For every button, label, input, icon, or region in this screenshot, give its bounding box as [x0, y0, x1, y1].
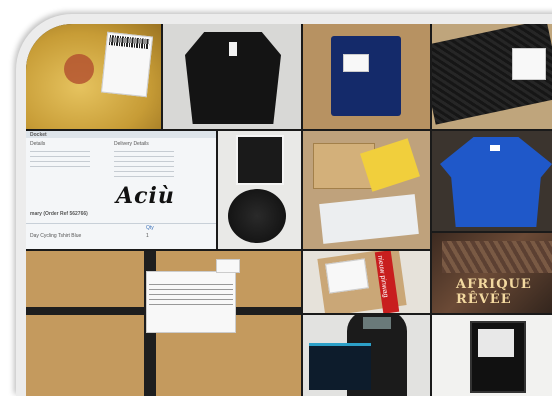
collage-frame: Docket Details Delivery Details Aciù mar…: [16, 14, 552, 396]
blue-bag: [309, 343, 371, 390]
photo-boxes-with-label: [303, 131, 430, 249]
blue-packet: [331, 36, 401, 116]
box-label: [512, 48, 546, 80]
parcel-label: [325, 258, 369, 294]
photo-blue-shirt: [432, 131, 552, 231]
photo-tablet-box: [432, 315, 552, 396]
scarf: [363, 317, 391, 329]
shirt-logo: [490, 145, 500, 151]
handwritten-note: Aciù: [116, 183, 175, 209]
details-label: Details: [30, 141, 46, 147]
delivery-lines: [114, 151, 174, 179]
qty-header: Qty: [146, 225, 154, 231]
photo-small-parcels: [218, 131, 301, 249]
photo-collage: Docket Details Delivery Details Aciù mar…: [0, 0, 552, 396]
photo-blue-packet: [303, 24, 430, 129]
small-label: [216, 259, 240, 273]
details-lines: [30, 151, 90, 171]
order-summary-label: mary (Order Ref 562766): [30, 211, 88, 217]
photo-afrique-book: AFRIQUE RÊVÉE: [432, 233, 552, 313]
tablet-box-label: [478, 329, 514, 357]
book-title: AFRIQUE RÊVÉE: [456, 277, 532, 307]
delivery-details-label: Delivery Details: [114, 141, 149, 147]
book-cover-art: [442, 241, 552, 273]
shipping-label: [100, 31, 154, 98]
black-bag: [228, 189, 286, 243]
photo-black-cardigan: [163, 24, 301, 129]
small-box: [236, 135, 284, 185]
table-divider: [26, 223, 216, 224]
docket-header: [26, 131, 216, 138]
item-line: Day Cycling Tshirt Blue: [30, 233, 82, 239]
packet-label: [343, 54, 369, 72]
address-label: [146, 271, 236, 333]
white-mailer: [319, 194, 419, 244]
photo-yellow-mailer: [26, 24, 161, 129]
photo-person-with-bag: [303, 315, 430, 396]
qty-value: 1: [146, 233, 149, 239]
photo-cardboard-box: [26, 251, 301, 396]
photo-delivery-docket: Docket Details Delivery Details Aciù mar…: [26, 131, 216, 249]
docket-title: Docket: [30, 132, 47, 138]
red-sticker: [64, 54, 94, 84]
barcode: [108, 35, 150, 50]
photo-wrapped-parcel: nieuw pinwag: [303, 251, 430, 313]
photo-black-textured-box: [432, 24, 552, 129]
cardigan-tag: [229, 42, 237, 56]
